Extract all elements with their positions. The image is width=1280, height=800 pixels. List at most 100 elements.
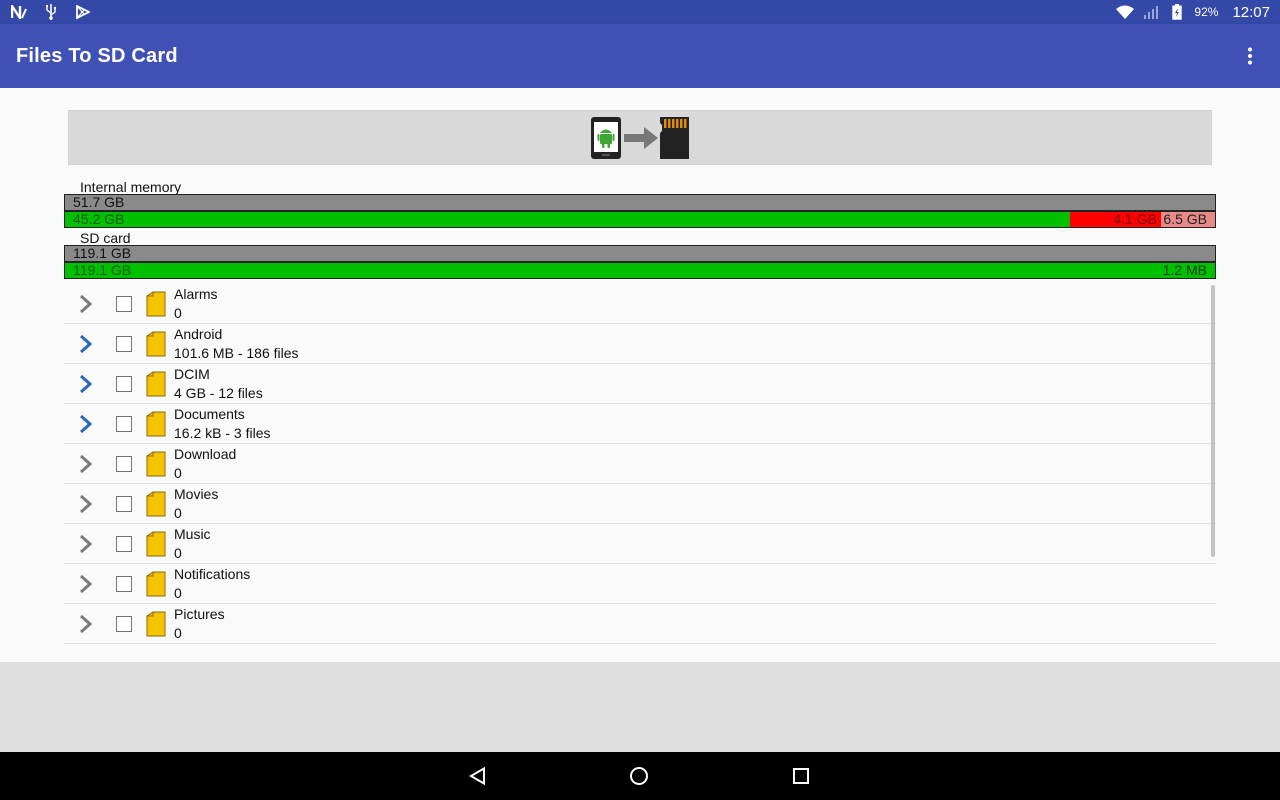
chevron-right-icon[interactable] bbox=[76, 572, 96, 596]
list-item[interactable]: DCIM 4 GB - 12 files bbox=[64, 364, 1216, 404]
folder-meta: 0 bbox=[174, 304, 182, 321]
select-checkbox[interactable] bbox=[116, 575, 132, 592]
folder-name: DCIM bbox=[174, 365, 210, 382]
select-checkbox[interactable] bbox=[116, 335, 132, 352]
list-item[interactable]: Pictures 0 bbox=[64, 604, 1216, 644]
folder-icon bbox=[146, 491, 166, 517]
select-checkbox[interactable] bbox=[116, 495, 132, 512]
list-item[interactable]: Movies 0 bbox=[64, 484, 1216, 524]
file-list: Alarms 0 Android 101.6 MB - 186 files DCIM 4 … bbox=[64, 284, 1216, 644]
list-item-text: Alarms 0 bbox=[174, 284, 218, 324]
app-bar: Files To SD Card bbox=[0, 24, 1280, 88]
folder-meta: 101.6 MB - 186 files bbox=[174, 344, 299, 361]
chevron-right-icon[interactable] bbox=[76, 292, 96, 316]
list-item-text: Notifications 0 bbox=[174, 564, 250, 604]
chevron-right-icon[interactable] bbox=[76, 372, 96, 396]
list-item[interactable]: Notifications 0 bbox=[64, 564, 1216, 604]
back-icon bbox=[469, 767, 485, 785]
wifi-icon bbox=[1116, 3, 1135, 21]
chevron-right-icon[interactable] bbox=[76, 492, 96, 516]
internal-total-bar: 51.7 GB bbox=[64, 194, 1216, 211]
folder-name: Movies bbox=[174, 485, 219, 502]
sd-usage-bar: 119.1 GB 1.2 MB bbox=[64, 262, 1216, 279]
select-checkbox[interactable] bbox=[116, 375, 132, 392]
folder-meta: 0 bbox=[174, 544, 182, 561]
folder-icon bbox=[146, 451, 166, 477]
list-item-text: Download 0 bbox=[174, 444, 236, 484]
back-button[interactable] bbox=[454, 752, 502, 800]
list-item[interactable]: Documents 16.2 kB - 3 files bbox=[64, 404, 1216, 444]
app-title: Files To SD Card bbox=[16, 44, 178, 67]
folder-name: Pictures bbox=[174, 605, 225, 622]
internal-usage-bar: 45.2 GB 4.1 GB 6.5 GB bbox=[64, 211, 1216, 228]
overflow-menu-button[interactable] bbox=[1226, 32, 1274, 80]
list-item-text: Documents 16.2 kB - 3 files bbox=[174, 404, 271, 444]
list-item-text: Music 0 bbox=[174, 524, 211, 564]
main-content: Internal memory 51.7 GB 45.2 GB 4.1 GB 6… bbox=[0, 88, 1280, 662]
sd-used-text: 119.1 GB bbox=[73, 262, 132, 278]
n-notification-icon bbox=[10, 3, 28, 21]
folder-name: Android bbox=[174, 325, 223, 342]
sd-card-label: SD card bbox=[80, 230, 131, 246]
folder-name: Music bbox=[174, 525, 211, 542]
file-list-scrollbar[interactable] bbox=[1211, 285, 1215, 557]
home-button[interactable] bbox=[615, 752, 663, 800]
folder-meta: 16.2 kB - 3 files bbox=[174, 424, 271, 441]
list-item-text: DCIM 4 GB - 12 files bbox=[174, 364, 263, 404]
chevron-right-icon[interactable] bbox=[76, 412, 96, 436]
home-icon bbox=[630, 767, 648, 785]
select-checkbox[interactable] bbox=[116, 535, 132, 552]
folder-icon bbox=[146, 611, 166, 637]
folder-icon bbox=[146, 291, 166, 317]
clock: 12:07 bbox=[1232, 3, 1270, 21]
internal-memory-label: Internal memory bbox=[80, 179, 182, 195]
sd-total-bar: 119.1 GB bbox=[64, 245, 1216, 262]
transfer-banner[interactable] bbox=[68, 110, 1212, 165]
list-item[interactable]: Download 0 bbox=[64, 444, 1216, 484]
recents-icon bbox=[793, 768, 809, 784]
bottom-panel bbox=[0, 662, 1280, 752]
sd-total-text: 119.1 GB bbox=[73, 245, 132, 261]
chevron-right-icon[interactable] bbox=[76, 532, 96, 556]
folder-name: Documents bbox=[174, 405, 245, 422]
list-item[interactable]: Alarms 0 bbox=[64, 284, 1216, 324]
sd-free-text: 1.2 MB bbox=[1162, 262, 1207, 278]
folder-meta: 0 bbox=[174, 464, 182, 481]
more-vert-icon bbox=[1248, 47, 1252, 65]
navigation-bar bbox=[0, 752, 1280, 800]
recents-button[interactable] bbox=[777, 752, 825, 800]
play-store-icon bbox=[74, 3, 92, 21]
status-bar: 92% 12:07 bbox=[0, 0, 1280, 24]
usb-icon bbox=[42, 3, 60, 21]
folder-name: Alarms bbox=[174, 285, 218, 302]
list-item-text: Pictures 0 bbox=[174, 604, 225, 644]
phone-to-sd-transfer-icon bbox=[591, 116, 689, 159]
folder-icon bbox=[146, 531, 166, 557]
internal-total-text: 51.7 GB bbox=[73, 194, 125, 210]
internal-free-text: 6.5 GB bbox=[1163, 211, 1207, 227]
folder-meta: 4 GB - 12 files bbox=[174, 384, 263, 401]
internal-used-text: 45.2 GB bbox=[73, 211, 125, 227]
folder-meta: 0 bbox=[174, 504, 182, 521]
list-item-text: Movies 0 bbox=[174, 484, 218, 524]
chevron-right-icon[interactable] bbox=[76, 332, 96, 356]
battery-icon bbox=[1168, 3, 1186, 21]
folder-name: Download bbox=[174, 445, 237, 462]
folder-meta: 0 bbox=[174, 584, 182, 601]
folder-icon bbox=[146, 371, 166, 397]
select-checkbox[interactable] bbox=[116, 295, 132, 312]
chevron-right-icon[interactable] bbox=[76, 452, 96, 476]
select-checkbox[interactable] bbox=[116, 615, 132, 632]
select-checkbox[interactable] bbox=[116, 415, 132, 432]
list-item[interactable]: Android 101.6 MB - 186 files bbox=[64, 324, 1216, 364]
select-checkbox[interactable] bbox=[116, 455, 132, 472]
folder-icon bbox=[146, 571, 166, 597]
list-item[interactable]: Music 0 bbox=[64, 524, 1216, 564]
folder-icon bbox=[146, 411, 166, 437]
list-item-text: Android 101.6 MB - 186 files bbox=[174, 324, 299, 364]
folder-meta: 0 bbox=[174, 624, 182, 641]
signal-icon bbox=[1142, 3, 1160, 21]
folder-name: Notifications bbox=[174, 565, 251, 582]
chevron-right-icon[interactable] bbox=[76, 612, 96, 636]
internal-other-text: 4.1 GB bbox=[1113, 211, 1157, 227]
